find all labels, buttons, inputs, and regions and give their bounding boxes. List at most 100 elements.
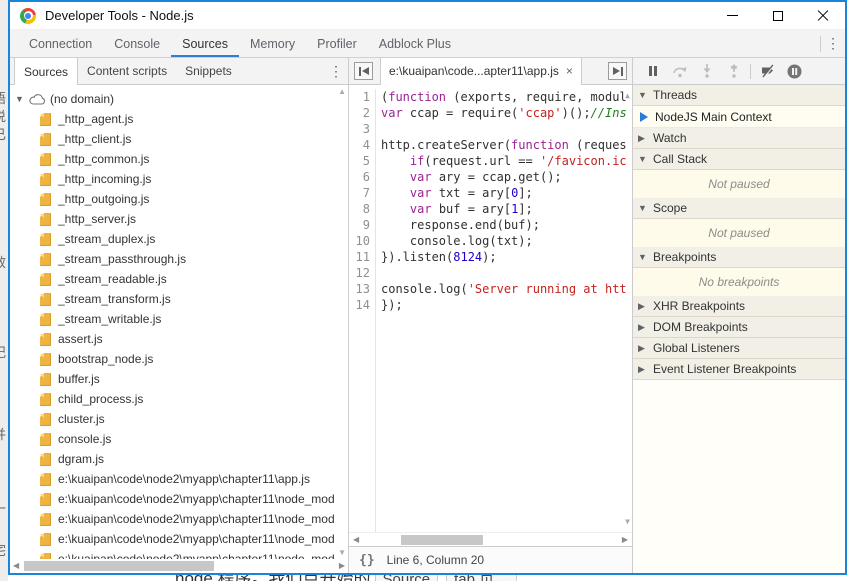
- code-editor[interactable]: 1234567891011121314 (function (exports, …: [349, 85, 632, 532]
- section-header-xhr-breakpoints[interactable]: ▶XHR Breakpoints: [633, 296, 845, 317]
- editor-horizontal-scrollbar[interactable]: ◀ ▶: [349, 532, 632, 546]
- file-icon: [40, 493, 51, 506]
- tree-file-item[interactable]: child_process.js: [10, 389, 348, 409]
- editor-scroll-left-icon[interactable]: ◀: [353, 535, 359, 544]
- show-navigator-icon[interactable]: [354, 62, 373, 80]
- tree-file-item[interactable]: _stream_duplex.js: [10, 229, 348, 249]
- tab-close-icon[interactable]: ×: [566, 65, 573, 77]
- tree-file-item[interactable]: _http_common.js: [10, 149, 348, 169]
- maximize-icon: [773, 11, 783, 21]
- tree-file-item[interactable]: e:\kuaipan\code\node2\myapp\chapter11\no…: [10, 549, 348, 559]
- code-line: (function (exports, require, modul: [381, 89, 632, 105]
- editor-scroll-right-icon[interactable]: ▶: [622, 535, 628, 544]
- navigator-tab-sources[interactable]: Sources: [14, 58, 78, 85]
- main-tab-memory[interactable]: Memory: [239, 30, 306, 57]
- tree-file-item[interactable]: _http_outgoing.js: [10, 189, 348, 209]
- tree-file-item[interactable]: _http_server.js: [10, 209, 348, 229]
- code-line: console.log('Server running at htt: [381, 281, 632, 297]
- pause-script-icon[interactable]: [639, 59, 666, 83]
- window-controls: [710, 2, 845, 29]
- main-tab-connection[interactable]: Connection: [18, 30, 103, 57]
- file-name-label: cluster.js: [58, 412, 105, 426]
- tree-file-item[interactable]: _stream_readable.js: [10, 269, 348, 289]
- file-name-label: _http_incoming.js: [58, 172, 151, 186]
- close-button[interactable]: [800, 2, 845, 29]
- tree-file-item[interactable]: _stream_transform.js: [10, 289, 348, 309]
- section-label: Breakpoints: [653, 250, 716, 264]
- pretty-print-icon[interactable]: {}: [359, 553, 375, 568]
- tree-file-item[interactable]: buffer.js: [10, 369, 348, 389]
- show-drawer-icon[interactable]: [608, 62, 627, 80]
- file-name-label: _stream_readable.js: [58, 272, 167, 286]
- background-page-left-edge: 语说已效记并一宅: [0, 0, 8, 581]
- main-tab-profiler[interactable]: Profiler: [306, 30, 368, 57]
- pause-on-exceptions-icon[interactable]: [781, 59, 808, 83]
- section-header-event-listener-breakpoints[interactable]: ▶Event Listener Breakpoints: [633, 359, 845, 380]
- file-name-label: _stream_duplex.js: [58, 232, 155, 246]
- expander-triangle-icon[interactable]: ▼: [15, 94, 25, 104]
- tree-horizontal-scrollbar[interactable]: ◀ ▶: [10, 559, 348, 573]
- main-tab-adblock-plus[interactable]: Adblock Plus: [368, 30, 462, 57]
- section-header-global-listeners[interactable]: ▶Global Listeners: [633, 338, 845, 359]
- navigator-kebab-icon[interactable]: ⋮: [324, 58, 348, 84]
- section-header-scope[interactable]: ▼ Scope: [633, 198, 845, 219]
- main-menu-kebab-icon[interactable]: ⋮: [821, 30, 845, 57]
- file-icon: [40, 133, 51, 146]
- tree-file-item[interactable]: cluster.js: [10, 409, 348, 429]
- navigator-tab-content-scripts[interactable]: Content scripts: [78, 58, 176, 84]
- tree-file-item[interactable]: e:\kuaipan\code\node2\myapp\chapter11\no…: [10, 489, 348, 509]
- navigator-tab-snippets[interactable]: Snippets: [176, 58, 241, 84]
- section-label: Scope: [653, 201, 687, 215]
- editor-tab-appjs[interactable]: e:\kuaipan\code...apter11\app.js ×: [380, 58, 582, 85]
- editor-scroll-down-icon[interactable]: ▼: [625, 514, 630, 530]
- editor-scroll-up-icon[interactable]: ▲: [625, 88, 630, 104]
- step-over-icon[interactable]: [666, 59, 693, 83]
- section-header-call-stack[interactable]: ▼Call Stack: [633, 149, 845, 170]
- tree-file-item[interactable]: _http_agent.js: [10, 109, 348, 129]
- tree-file-item[interactable]: console.js: [10, 429, 348, 449]
- tree-scroll-up-icon[interactable]: ▲: [338, 87, 346, 96]
- section-header-breakpoints[interactable]: ▼ Breakpoints: [633, 247, 845, 268]
- section-label: DOM Breakpoints: [653, 320, 748, 334]
- tree-scroll-left-icon[interactable]: ◀: [13, 561, 19, 570]
- thread-item[interactable]: NodeJS Main Context: [633, 106, 845, 128]
- step-out-icon[interactable]: [720, 59, 747, 83]
- file-name-label: dgram.js: [58, 452, 104, 466]
- tree-file-item[interactable]: e:\kuaipan\code\node2\myapp\chapter11\ap…: [10, 469, 348, 489]
- code-lines: (function (exports, require, modulvar cc…: [376, 89, 632, 532]
- tree-file-item[interactable]: _http_client.js: [10, 129, 348, 149]
- file-icon: [40, 473, 51, 486]
- file-icon: [40, 333, 51, 346]
- tree-file-item[interactable]: _stream_passthrough.js: [10, 249, 348, 269]
- tree-scroll-right-icon[interactable]: ▶: [339, 561, 345, 570]
- section-expander-icon: ▼: [638, 203, 648, 213]
- step-into-icon[interactable]: [693, 59, 720, 83]
- tree-file-list: _http_agent.js_http_client.js_http_commo…: [10, 109, 348, 559]
- editor-scrollbar-thumb[interactable]: [401, 535, 483, 545]
- tree-file-item[interactable]: _http_incoming.js: [10, 169, 348, 189]
- tree-root-no-domain[interactable]: ▼ (no domain): [10, 89, 348, 109]
- tree-scroll-down-icon[interactable]: ▼: [338, 548, 346, 557]
- tree-file-item[interactable]: dgram.js: [10, 449, 348, 469]
- main-tab-console[interactable]: Console: [103, 30, 171, 57]
- file-icon: [40, 113, 51, 126]
- deactivate-breakpoints-icon[interactable]: [754, 59, 781, 83]
- maximize-button[interactable]: [755, 2, 800, 29]
- tree-file-item[interactable]: e:\kuaipan\code\node2\myapp\chapter11\no…: [10, 509, 348, 529]
- tree-file-item[interactable]: _stream_writable.js: [10, 309, 348, 329]
- tree-scrollbar-thumb[interactable]: [24, 561, 214, 571]
- tree-file-item[interactable]: assert.js: [10, 329, 348, 349]
- section-header-dom-breakpoints[interactable]: ▶DOM Breakpoints: [633, 317, 845, 338]
- section-header-threads[interactable]: ▼Threads: [633, 85, 845, 106]
- tree-file-item[interactable]: e:\kuaipan\code\node2\myapp\chapter11\no…: [10, 529, 348, 549]
- file-name-label: _http_outgoing.js: [58, 192, 149, 206]
- file-icon: [40, 273, 51, 286]
- section-header-watch[interactable]: ▶Watch: [633, 128, 845, 149]
- section-expander-icon: ▼: [638, 252, 648, 262]
- main-tab-sources[interactable]: Sources: [171, 30, 239, 57]
- file-icon: [40, 453, 51, 466]
- minimize-button[interactable]: [710, 2, 755, 29]
- tree-file-item[interactable]: bootstrap_node.js: [10, 349, 348, 369]
- window-title: Developer Tools - Node.js: [45, 8, 194, 23]
- code-line: });: [381, 297, 632, 313]
